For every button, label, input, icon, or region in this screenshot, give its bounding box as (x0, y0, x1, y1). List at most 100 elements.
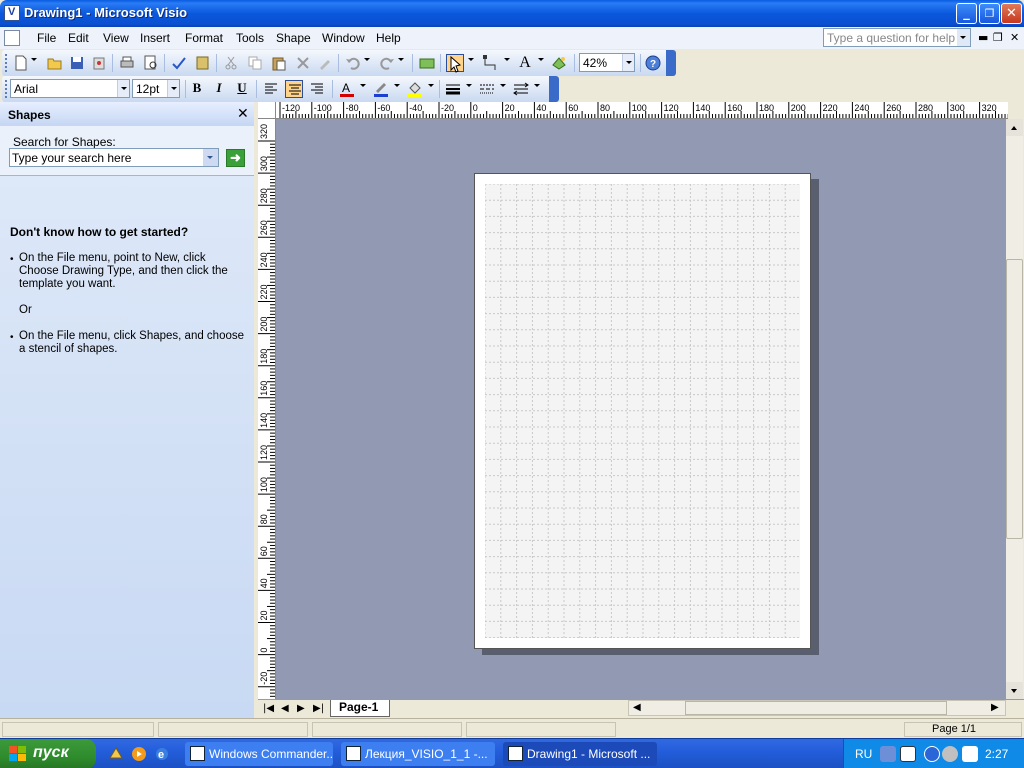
menu-edit[interactable]: Edit (68, 31, 89, 45)
winamp-icon[interactable] (108, 746, 124, 762)
menu-format[interactable]: Format (185, 31, 223, 45)
toolbar-grip[interactable] (5, 54, 8, 72)
new-icon[interactable] (12, 54, 30, 72)
insert-hyperlink-icon[interactable] (418, 54, 436, 72)
help-icon[interactable]: ? (644, 54, 662, 72)
drawing-canvas[interactable] (276, 119, 1006, 699)
line-pattern-dropdown-icon[interactable] (500, 84, 506, 90)
doc-minimize-icon[interactable]: ▬ (978, 31, 988, 44)
italic-button[interactable]: I (210, 80, 228, 96)
close-icon[interactable]: ✕ (237, 106, 249, 122)
line-weight-icon[interactable] (444, 80, 462, 98)
network-icon[interactable] (880, 746, 896, 762)
restore-button[interactable]: ❐ (979, 3, 1000, 24)
font-color-icon[interactable]: A (338, 80, 356, 98)
research-icon[interactable] (194, 54, 212, 72)
new-dropdown-icon[interactable] (31, 58, 37, 64)
doc-restore-icon[interactable]: ❐ (993, 31, 1003, 44)
search-dropdown-icon[interactable] (203, 149, 218, 166)
bold-button[interactable]: B (188, 80, 206, 96)
undo-icon[interactable] (344, 54, 362, 72)
internet-explorer-icon[interactable]: e (154, 746, 170, 762)
redo-dropdown-icon[interactable] (398, 58, 404, 64)
underline-button[interactable]: U (233, 80, 251, 96)
language-indicator[interactable]: RU (855, 747, 872, 761)
horizontal-scroll-thumb[interactable] (685, 701, 947, 715)
toolbar-options-icon[interactable] (666, 50, 676, 76)
spelling-icon[interactable] (170, 54, 188, 72)
pointer-tool-icon[interactable] (446, 54, 464, 73)
ask-question-box[interactable]: Type a question for help (823, 28, 971, 47)
visio-app-icon[interactable] (4, 5, 20, 21)
menu-view[interactable]: View (103, 31, 129, 45)
next-page-icon[interactable]: ▶ (297, 703, 305, 714)
toolbar-grip[interactable] (5, 80, 8, 98)
text-tool-icon[interactable]: A (516, 54, 534, 72)
redo-icon[interactable] (378, 54, 396, 72)
first-page-icon[interactable]: |◀ (263, 703, 274, 714)
menu-insert[interactable]: Insert (140, 31, 170, 45)
permission-icon[interactable] (90, 54, 108, 72)
text-tool-dropdown-icon[interactable] (538, 58, 544, 64)
scroll-right-icon[interactable]: ▶ (991, 702, 999, 713)
media-player-icon[interactable] (131, 746, 147, 762)
zoom-dropdown-icon[interactable] (622, 54, 634, 71)
taskbar-item[interactable]: Лекция_VISIO_1_1 -... (341, 742, 495, 766)
connector-tool-icon[interactable] (482, 54, 500, 72)
menu-file[interactable]: File (37, 31, 56, 45)
fill-color-icon[interactable] (406, 80, 424, 98)
vertical-scrollbar[interactable] (1006, 119, 1023, 699)
antivirus-icon[interactable] (942, 746, 958, 762)
menu-shape[interactable]: Shape (276, 31, 311, 45)
taskbar-item[interactable]: Drawing1 - Microsoft ... (503, 742, 657, 766)
scroll-up-icon[interactable] (1006, 119, 1023, 136)
vertical-ruler[interactable]: 320 300 280 260 240 220 200 180 160 140 120 100 80 60… (258, 119, 276, 699)
help-tray-icon[interactable] (900, 746, 916, 762)
page-tab[interactable]: Page-1 (330, 700, 390, 717)
font-size-combo[interactable]: 12pt (132, 79, 180, 98)
font-name-dropdown-icon[interactable] (117, 80, 129, 97)
font-name-combo[interactable]: Arial (10, 79, 130, 98)
toolbar-options-icon[interactable] (549, 76, 559, 102)
cut-icon[interactable] (222, 54, 240, 72)
doc-close-icon[interactable]: ✕ (1010, 31, 1019, 44)
last-page-icon[interactable]: ▶| (313, 703, 324, 714)
line-ends-icon[interactable] (512, 80, 530, 98)
scroll-left-icon[interactable]: ◀ (633, 702, 641, 713)
print-icon[interactable] (118, 54, 136, 72)
ask-question-dropdown-icon[interactable] (957, 29, 970, 46)
align-left-icon[interactable] (262, 80, 280, 98)
zoom-combo[interactable]: 42% (579, 53, 635, 72)
line-pattern-icon[interactable] (478, 80, 496, 98)
search-input[interactable]: Type your search here (9, 148, 219, 167)
font-color-dropdown-icon[interactable] (360, 84, 366, 90)
minimize-button[interactable]: _ (956, 3, 977, 24)
line-ends-dropdown-icon[interactable] (534, 84, 540, 90)
paste-icon[interactable] (270, 54, 288, 72)
copy-icon[interactable] (246, 54, 264, 72)
back-arrow-icon[interactable] (924, 746, 940, 762)
scroll-down-icon[interactable] (1006, 682, 1023, 699)
undo-dropdown-icon[interactable] (364, 58, 370, 64)
align-right-icon[interactable] (308, 80, 326, 98)
line-weight-dropdown-icon[interactable] (466, 84, 472, 90)
kaspersky-icon[interactable] (962, 746, 978, 762)
drawing-tools-icon[interactable] (550, 54, 568, 72)
document-icon[interactable] (4, 30, 20, 46)
align-center-icon[interactable] (285, 80, 303, 98)
drawing-page[interactable] (474, 173, 811, 649)
previous-page-icon[interactable]: ◀ (281, 703, 289, 714)
delete-icon[interactable] (294, 54, 312, 72)
horizontal-ruler[interactable]: -120 -100 -80 -60 -40 -20 0 20 40 60 80 100 120 140 16… (276, 102, 1008, 119)
print-preview-icon[interactable] (142, 54, 160, 72)
save-icon[interactable] (68, 54, 86, 72)
close-button[interactable]: ✕ (1001, 3, 1022, 24)
taskbar-item[interactable]: Windows Commander... (185, 742, 333, 766)
font-size-dropdown-icon[interactable] (167, 80, 179, 97)
menu-window[interactable]: Window (322, 31, 365, 45)
open-icon[interactable] (46, 54, 64, 72)
vertical-scroll-thumb[interactable] (1006, 259, 1023, 539)
menu-help[interactable]: Help (376, 31, 401, 45)
search-go-icon[interactable]: ➜ (226, 149, 245, 167)
connector-tool-dropdown-icon[interactable] (504, 58, 510, 64)
